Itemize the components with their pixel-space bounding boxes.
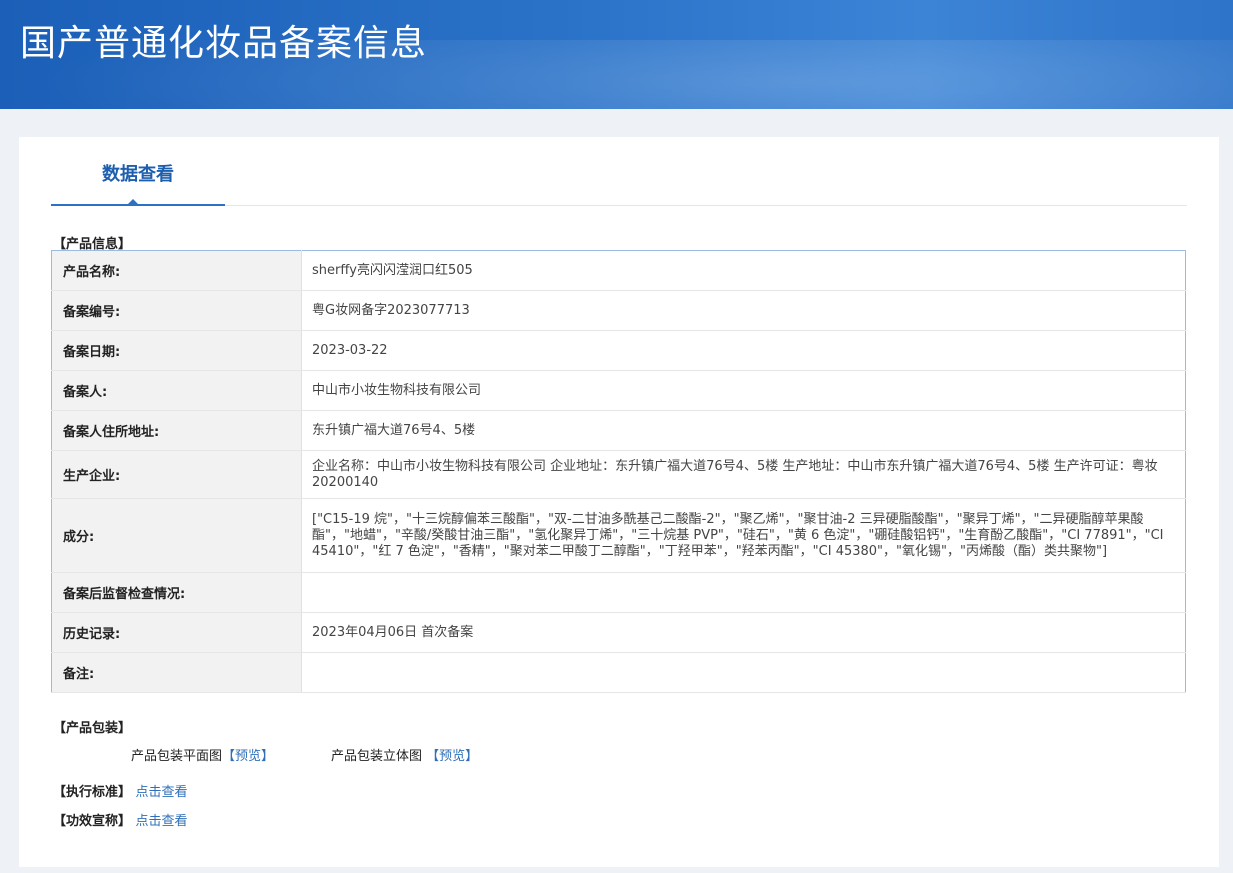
- packaging-solid-preview-link[interactable]: 【预览】: [426, 749, 478, 764]
- table-row: 备案编号: 粤G妆网备字2023077713: [51, 290, 1186, 331]
- row-key: 备案人:: [51, 370, 302, 411]
- row-value: 中山市小妆生物科技有限公司: [301, 370, 1186, 411]
- efficacy-view-link[interactable]: 点击查看: [136, 814, 188, 829]
- efficacy-label: 【功效宣称】: [53, 814, 132, 829]
- row-value: ["C15-19 烷"，"十三烷醇偏苯三酸酯"，"双-二甘油多酰基己二酸酯-2"…: [301, 498, 1186, 573]
- content-card: 数据查看 【产品信息】 产品名称: sherffy亮闪闪滢润口红505 备案编号…: [19, 137, 1219, 867]
- standard-label: 【执行标准】: [53, 785, 132, 800]
- packaging-solid: 产品包装立体图 【预览】: [331, 745, 478, 764]
- tab-data-view[interactable]: 数据查看: [51, 137, 225, 206]
- row-value: [301, 572, 1186, 613]
- page-title: 国产普通化妆品备案信息: [20, 23, 428, 64]
- row-value: 2023-03-22: [301, 330, 1186, 371]
- tab-bar: 数据查看: [51, 137, 1187, 206]
- packaging-section-title: 【产品包装】: [53, 721, 132, 736]
- table-row: 备注:: [51, 652, 1186, 693]
- packaging-flat-preview-link[interactable]: 【预览】: [222, 749, 274, 764]
- table-row: 产品名称: sherffy亮闪闪滢润口红505: [51, 250, 1186, 291]
- row-value: 2023年04月06日 首次备案: [301, 612, 1186, 653]
- table-row: 备案人住所地址: 东升镇广福大道76号4、5楼: [51, 410, 1186, 451]
- packaging-flat: 产品包装平面图【预览】: [131, 745, 274, 764]
- table-row: 备案后监督检查情况:: [51, 572, 1186, 613]
- row-value: [301, 652, 1186, 693]
- row-key: 产品名称:: [51, 250, 302, 291]
- table-row: 生产企业: 企业名称：中山市小妆生物科技有限公司 企业地址：东升镇广福大道76号…: [51, 450, 1186, 499]
- table-row: 备案日期: 2023-03-22: [51, 330, 1186, 371]
- row-key: 备案后监督检查情况:: [51, 572, 302, 613]
- packaging-flat-label: 产品包装平面图: [131, 749, 223, 764]
- row-key: 备案编号:: [51, 290, 302, 331]
- row-key: 成分:: [51, 498, 302, 573]
- row-value: 粤G妆网备字2023077713: [301, 290, 1186, 331]
- table-row: 历史记录: 2023年04月06日 首次备案: [51, 612, 1186, 653]
- row-key: 备案人住所地址:: [51, 410, 302, 451]
- row-key: 历史记录:: [51, 612, 302, 653]
- packaging-solid-label: 产品包装立体图: [331, 749, 423, 764]
- table-row: 成分: ["C15-19 烷"，"十三烷醇偏苯三酸酯"，"双-二甘油多酰基己二酸…: [51, 498, 1186, 573]
- row-key: 备案日期:: [51, 330, 302, 371]
- standard-row: 【执行标准】 点击查看: [53, 781, 188, 800]
- row-value: 企业名称：中山市小妆生物科技有限公司 企业地址：东升镇广福大道76号4、5楼 生…: [301, 450, 1186, 499]
- row-value: 东升镇广福大道76号4、5楼: [301, 410, 1186, 451]
- standard-view-link[interactable]: 点击查看: [136, 785, 188, 800]
- row-key: 生产企业:: [51, 450, 302, 499]
- header-banner: 国产普通化妆品备案信息: [0, 0, 1233, 109]
- row-key: 备注:: [51, 652, 302, 693]
- product-info-table: 产品名称: sherffy亮闪闪滢润口红505 备案编号: 粤G妆网备字2023…: [51, 250, 1186, 693]
- efficacy-row: 【功效宣称】 点击查看: [53, 810, 188, 829]
- tab-active-caret-icon: [127, 199, 139, 205]
- table-row: 备案人: 中山市小妆生物科技有限公司: [51, 370, 1186, 411]
- row-value: sherffy亮闪闪滢润口红505: [301, 250, 1186, 291]
